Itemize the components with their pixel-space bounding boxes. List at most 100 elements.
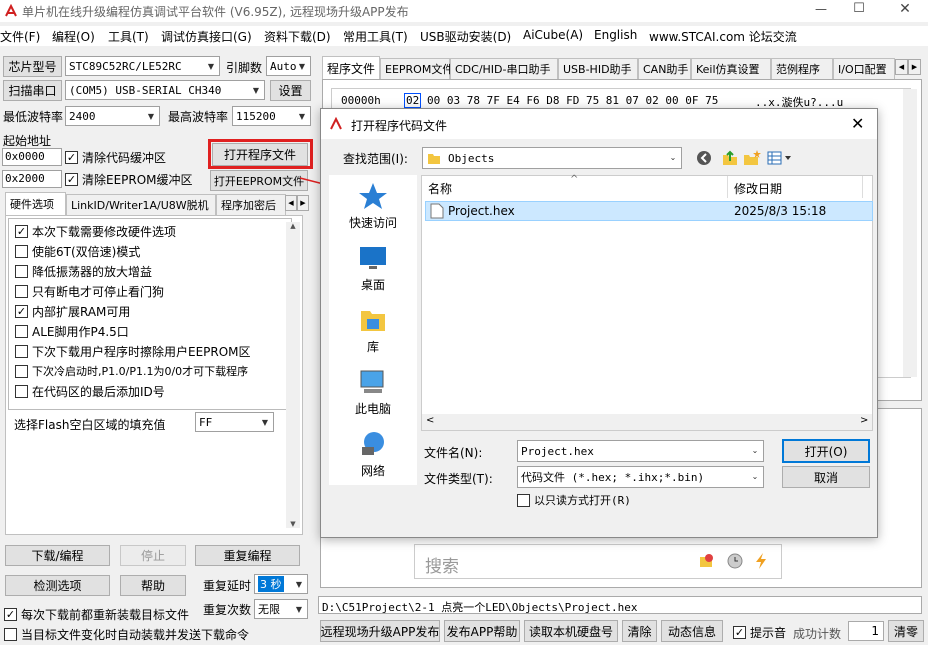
open-button[interactable]: 打开(O) <box>782 439 870 463</box>
tab-hardware-options[interactable]: 硬件选项 <box>5 192 66 215</box>
cancel-button[interactable]: 取消 <box>782 466 870 488</box>
scroll-right-icon[interactable]: > <box>860 415 868 426</box>
max-baud-select[interactable]: 115200 ▼ <box>232 106 311 126</box>
stop-button[interactable]: 停止 <box>120 545 186 566</box>
repeat-count-value: 无限 <box>258 603 280 616</box>
sidebar-item-library[interactable]: 库 <box>331 305 415 355</box>
tab-scroll-right-icon[interactable]: ▶ <box>908 59 921 75</box>
port-select[interactable]: (COM5) USB-SERIAL CH340 ▼ <box>65 80 265 100</box>
tab-keil-sim[interactable]: Keil仿真设置 <box>691 58 771 79</box>
repeat-count-select[interactable]: 无限 ▼ <box>254 599 308 619</box>
menu-website[interactable]: www.STCAI.com 论坛交流 <box>649 28 797 45</box>
settings-button[interactable]: 设置 <box>270 80 311 101</box>
sidebar-item-quick-access[interactable]: 快速访问 <box>331 181 415 231</box>
tab-examples[interactable]: 范例程序 <box>771 58 833 79</box>
reload-checkbox[interactable]: ✓ 每次下载前都重新装载目标文件 <box>4 606 189 623</box>
scroll-left-icon[interactable]: < <box>426 415 434 426</box>
column-header-date[interactable]: 修改日期 <box>734 180 782 197</box>
read-disk-id-button[interactable]: 读取本机硬盘号 <box>524 620 618 642</box>
sidebar-item-desktop[interactable]: 桌面 <box>331 243 415 293</box>
menu-file[interactable]: 文件(F) <box>0 28 40 45</box>
column-header-name[interactable]: 名称 <box>428 180 452 197</box>
publish-app-help-button[interactable]: 发布APP帮助 <box>444 620 520 642</box>
sidebar-item-this-pc[interactable]: 此电脑 <box>331 367 415 417</box>
file-name-value: Project.hex <box>521 444 594 458</box>
option-row[interactable]: 使能6T(双倍速)模式 <box>15 243 140 260</box>
open-file-dialog: 打开程序代码文件 ✕ 查找范围(I): Objects ⌄ 快速访问 桌面 库 … <box>320 108 878 538</box>
clear-code-checkbox[interactable]: ✓ 清除代码缓冲区 <box>65 149 166 166</box>
tab-can[interactable]: CAN助手 <box>638 58 691 79</box>
download-button[interactable]: 下载/编程 <box>5 545 110 566</box>
help-button[interactable]: 帮助 <box>120 575 186 596</box>
view-menu-icon[interactable] <box>767 150 795 166</box>
left-tab-strip: 硬件选项 LinkID/Writer1A/U8W脱机 程序加密后 ◀ ▶ <box>3 192 311 216</box>
remote-upgrade-button[interactable]: 远程现场升级APP发布 <box>320 620 440 642</box>
menu-debug[interactable]: 调试仿真接口(G) <box>161 28 252 45</box>
scan-port-button[interactable]: 扫描串口 <box>3 80 62 101</box>
options-scrollbar[interactable]: ▲ ▼ <box>286 222 300 528</box>
chevron-down-icon: ▼ <box>298 61 306 71</box>
sidebar-item-network[interactable]: 网络 <box>331 429 415 479</box>
option-row[interactable]: 下次下载用户程序时擦除用户EEPROM区 <box>15 343 251 360</box>
option-row[interactable]: ✓ 内部扩展RAM可用 <box>15 303 130 320</box>
code-address-input[interactable]: 0x0000 <box>2 148 62 166</box>
app-icon <box>4 3 18 18</box>
file-type-value: 代码文件 (*.hex; *.ihx;*.bin) <box>521 471 705 484</box>
menu-english[interactable]: English <box>594 28 637 42</box>
option-row[interactable]: ALE脚用作P4.5口 <box>15 323 129 340</box>
option-row[interactable]: 下次冷启动时,P1.0/P1.1为0/0才可下载程序 <box>15 363 248 379</box>
new-folder-icon[interactable] <box>743 149 761 167</box>
look-in-select[interactable]: Objects ⌄ <box>422 147 682 169</box>
tab-scroll-left-icon[interactable]: ◀ <box>895 59 908 75</box>
tab-linkid[interactable]: LinkID/Writer1A/U8W脱机 <box>66 194 216 215</box>
auto-load-checkbox[interactable]: 当目标文件变化时自动装载并发送下载命令 <box>4 626 249 643</box>
hex-scrollbar[interactable] <box>903 89 917 377</box>
clear-button[interactable]: 清除 <box>622 620 657 642</box>
tab-eeprom-file[interactable]: EEPROM文件 <box>380 58 453 79</box>
reset-count-button[interactable]: 清零 <box>888 620 924 642</box>
back-icon[interactable] <box>696 150 712 166</box>
tab-usb-hid[interactable]: USB-HID助手 <box>558 58 638 79</box>
menu-aicube[interactable]: AiCube(A) <box>523 28 583 42</box>
file-row[interactable]: Project.hex 2025/8/3 15:18 <box>425 201 873 221</box>
dialog-close-button[interactable]: ✕ <box>851 114 864 133</box>
min-baud-select[interactable]: 2400 ▼ <box>65 106 160 126</box>
window-title: 单片机在线升级编程仿真调试平台软件 (V6.95Z), 远程现场升级APP发布 <box>22 5 409 19</box>
chip-model-button[interactable]: 芯片型号 <box>3 56 62 77</box>
reprogram-button[interactable]: 重复编程 <box>195 545 300 566</box>
beep-checkbox[interactable]: ✓ 提示音 <box>733 624 786 641</box>
tab-program-file[interactable]: 程序文件 <box>322 56 380 79</box>
repeat-delay-select[interactable]: 3 秒 ▼ <box>254 574 308 594</box>
file-type-select[interactable]: 代码文件 (*.hex; *.ihx;*.bin) ⌄ <box>517 466 764 488</box>
option-row[interactable]: 在代码区的最后添加ID号 <box>15 383 165 400</box>
readonly-label: 以只读方式打开(R) <box>534 494 631 507</box>
search-input[interactable]: 搜索 <box>425 552 459 577</box>
option-row[interactable]: ✓ 本次下载需要修改硬件选项 <box>15 223 176 240</box>
tab-cdc-serial[interactable]: CDC/HID-串口助手 <box>450 58 558 79</box>
repeat-count-label: 重复次数 <box>203 603 252 617</box>
close-button[interactable]: ✕ <box>890 1 920 17</box>
dynamic-info-button[interactable]: 动态信息 <box>661 620 723 642</box>
file-name-input[interactable]: Project.hex ⌄ <box>517 440 764 462</box>
option-row[interactable]: 只有断电才可停止看门狗 <box>15 283 164 300</box>
fill-value-select[interactable]: FF ▼ <box>195 412 274 432</box>
tab-io-config[interactable]: I/O口配置 <box>833 58 895 79</box>
search-bar[interactable]: 搜索 <box>414 544 782 579</box>
menu-download[interactable]: 资料下载(D) <box>264 28 331 45</box>
tab-encrypt[interactable]: 程序加密后 <box>216 194 286 215</box>
horizontal-scrollbar[interactable]: < > <box>422 414 872 430</box>
menu-common-tools[interactable]: 常用工具(T) <box>343 28 408 45</box>
up-folder-icon[interactable] <box>721 149 739 167</box>
pin-count-select[interactable]: Auto ▼ <box>266 56 311 76</box>
minimize-button[interactable]: — <box>806 2 836 16</box>
readonly-checkbox[interactable]: 以只读方式打开(R) <box>517 492 631 508</box>
maximize-button[interactable]: ☐ <box>844 1 874 16</box>
clear-eeprom-checkbox[interactable]: ✓ 清除EEPROM缓冲区 <box>65 171 193 188</box>
menu-tools[interactable]: 工具(T) <box>108 28 149 45</box>
detect-options-button[interactable]: 检测选项 <box>5 575 110 596</box>
menu-usb-driver[interactable]: USB驱动安装(D) <box>420 28 511 45</box>
eeprom-address-input[interactable]: 0x2000 <box>2 170 62 188</box>
chip-model-select[interactable]: STC89C52RC/LE52RC ▼ <box>65 56 220 76</box>
menu-program[interactable]: 编程(O) <box>52 28 95 45</box>
option-row[interactable]: 降低振荡器的放大增益 <box>15 263 152 280</box>
